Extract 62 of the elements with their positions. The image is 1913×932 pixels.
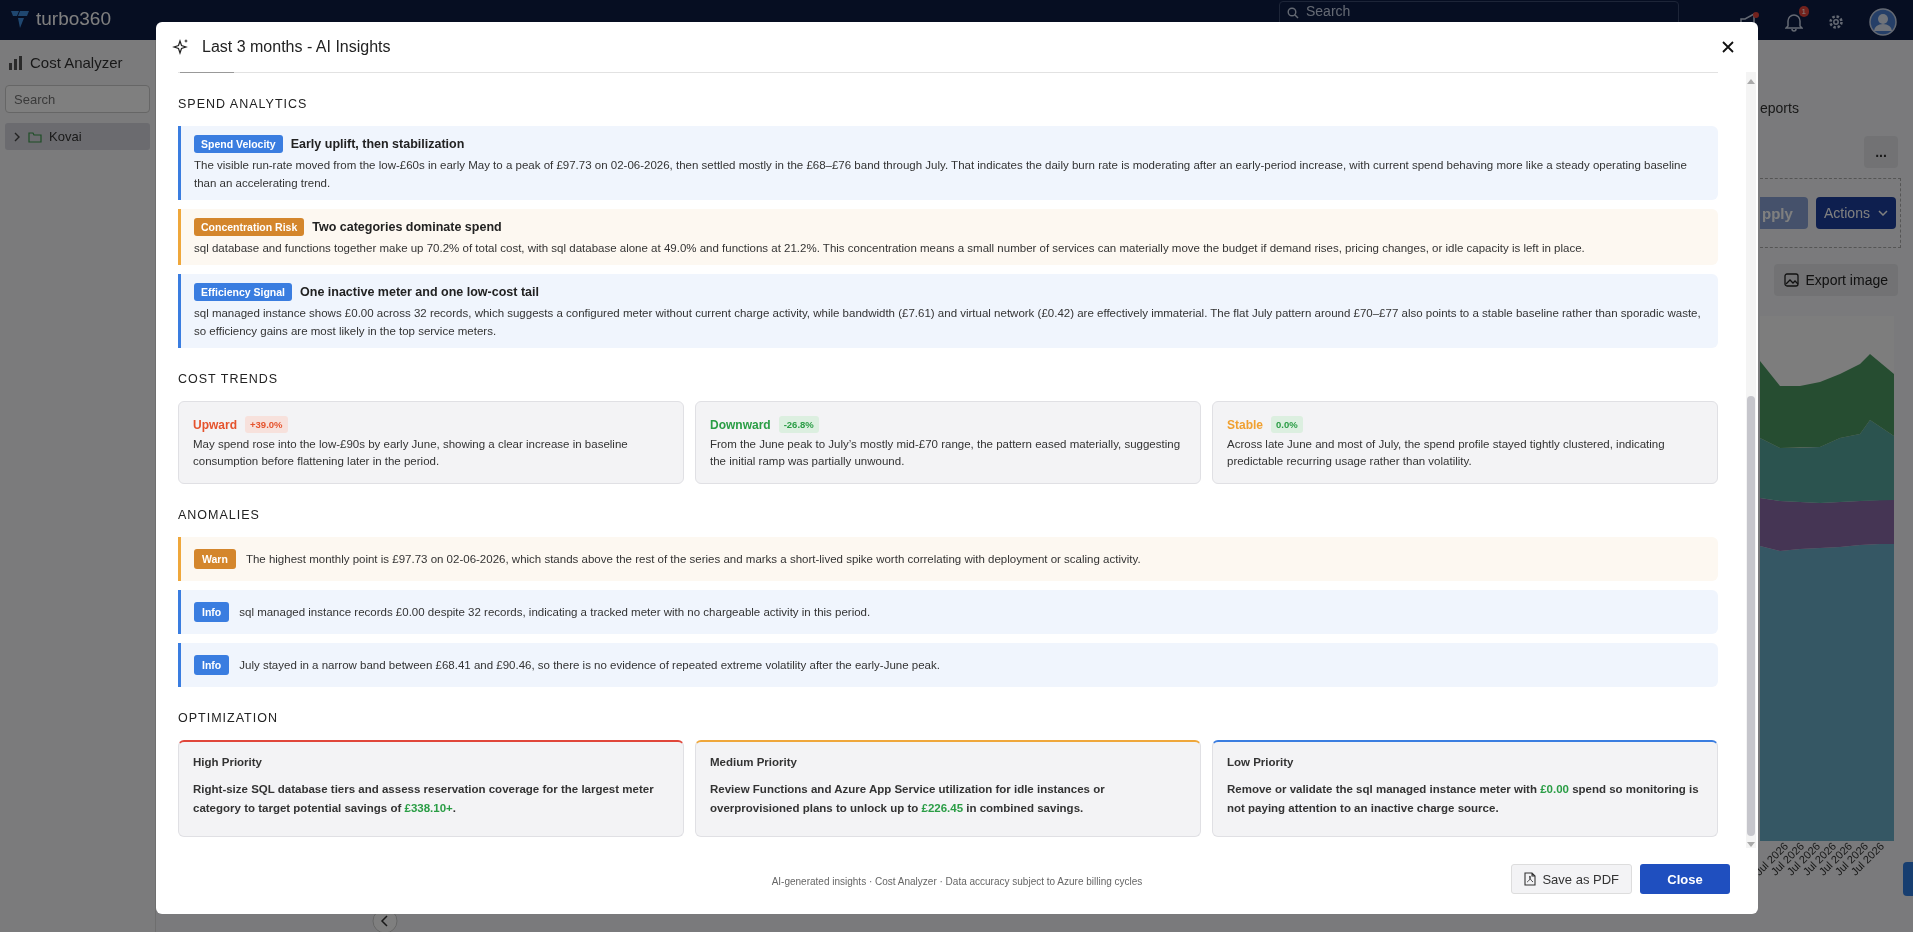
section-heading: COST TRENDS <box>178 372 280 386</box>
sidebar-title: Cost Analyzer <box>30 54 123 71</box>
more-button[interactable]: ... <box>1864 136 1898 168</box>
pdf-file-icon <box>1524 872 1537 886</box>
anomaly-text: sql managed instance records £0.00 despite 32 records, indicating a tracked meter with no chargeable activity in this period. <box>239 606 871 618</box>
trend-text: May spend rose into the low-£90s by early June, showing a clear increase in baseline consumption before flattening later in the period. <box>193 437 629 469</box>
change-badge: -26.8% <box>778 416 819 433</box>
folder-icon <box>28 130 42 143</box>
recommendation-text: Review Functions and Azure App Service utilization for idle instances or overprovisioned plans to unlock up to £226.45 in combined savings. <box>710 782 1106 816</box>
section-heading: SPEND ANALYTICS <box>178 97 309 111</box>
save-pdf-button[interactable]: Save as PDF <box>1511 864 1632 894</box>
tab[interactable]: eports <box>1760 90 1799 126</box>
priority-label: Low Priority <box>1227 756 1295 768</box>
chevron-icon <box>1877 210 1888 216</box>
recommendation-text: Remove or validate the sql managed instance meter with £0.00 spend so monitoring is not paying attention to an inactive charge source. <box>1227 782 1700 816</box>
search-icon <box>1287 7 1299 19</box>
notification-badge: 1 <box>1798 6 1809 17</box>
image-icon <box>1783 272 1800 288</box>
export-button[interactable]: Export image <box>1773 264 1898 296</box>
insight-text: The visible run-rate moved from the low-£60s in early May to a peak of £97.73 on 02-06-2026, then settled mostly in the £68–£76 band through July. That indicates the daily burn rate is moderating after an early-period increase, with current spend behaving more like a steady operating baseline than an accelerating trend. <box>194 158 1688 191</box>
scroll-up-icon[interactable] <box>1747 78 1755 84</box>
close-icon[interactable] <box>1722 41 1734 53</box>
priority-label: Medium Priority <box>710 756 798 768</box>
sparkle-icon <box>172 38 190 56</box>
insight-title: Early uplift, then stabilization <box>290 137 465 151</box>
change-badge: 0.0% <box>1271 416 1303 433</box>
cost-analyzer-icon <box>8 54 24 71</box>
footer-note: AI-generated insights · Cost Analyzer · Data accuracy subject to Azure billing cycles <box>771 875 1143 887</box>
category-tag: Spend Velocity <box>194 135 283 153</box>
close-button[interactable]: Close <box>1640 864 1730 894</box>
insight-title: One inactive meter and one low-cost tail <box>300 285 539 299</box>
trend-label: Downward <box>710 417 771 432</box>
brand-name: turbo360 <box>36 8 111 30</box>
tree-item[interactable]: Kovai <box>5 123 150 150</box>
avatar-icon[interactable] <box>1869 8 1897 36</box>
severity-tag: Warn <box>194 549 236 569</box>
change-badge: +39.0% <box>245 416 288 433</box>
anomaly-text: July stayed in a narrow band between £68.41 and £90.46, so there is no evidence of repeated extreme volatility after the early-June peak. <box>239 659 940 671</box>
severity-tag: Info <box>194 655 230 675</box>
insight-title: Two categories dominate spend <box>312 220 502 234</box>
trend-text: Across late June and most of July, the spend profile stayed tightly clustered, indicating predictable recurring usage rather than volatility. <box>1227 437 1666 469</box>
settings-icon[interactable] <box>1827 13 1845 31</box>
scroll-down-icon[interactable] <box>1747 842 1755 848</box>
category-tag: Concentration Risk <box>194 218 305 236</box>
category-tag: Efficiency Signal <box>194 283 293 301</box>
priority-label: High Priority <box>193 756 263 768</box>
scrollbar-thumb[interactable] <box>1747 396 1755 836</box>
anomaly-text: The highest monthly point is £97.73 on 02-06-2026, which stands above the rest of the series and marks a short-lived spike worth correlating with deployment or scaling activity. <box>245 553 1141 565</box>
section-heading: ANOMALIES <box>178 508 261 522</box>
insight-text: sql managed instance shows £0.00 across 32 records, which suggests a configured meter without current charge activity, while bandwidth (£7.61) and virtual network (£0.42) are effectively immaterial. The flat July pattern around £70–£77 also points to a stable baseline rather than sporadic waste, so efficiency gains are most likely in the top service meters. <box>194 306 1702 339</box>
trend-text: From the June peak to July’s mostly mid-£70 range, the pattern eased materially, suggesting the initial ramp was partially unwound. <box>710 437 1182 469</box>
chevron-icon <box>13 131 21 142</box>
trend-label: Upward <box>193 417 237 432</box>
insight-text: sql database and functions together make up 70.2% of total cost, with sql database alone at 49.0% and functions at 21.2%. This concentration means a small number of services can materially move the budget if demand rises, pricing changes, or idle capacity is left in place. <box>194 241 1586 256</box>
dialog-title: Last 3 months - AI Insights <box>202 38 391 56</box>
severity-tag: Info <box>194 602 230 622</box>
section-heading: OPTIMIZATION <box>178 711 279 725</box>
recommendation-text: Right-size SQL database tiers and assess reservation coverage for the largest meter category to target potential savings of £338.10+. <box>193 782 655 816</box>
logo-icon <box>10 9 30 29</box>
trend-label: Stable <box>1227 417 1263 432</box>
bell-icon[interactable] <box>1785 12 1803 32</box>
actions-button[interactable]: Actions <box>1816 197 1896 229</box>
